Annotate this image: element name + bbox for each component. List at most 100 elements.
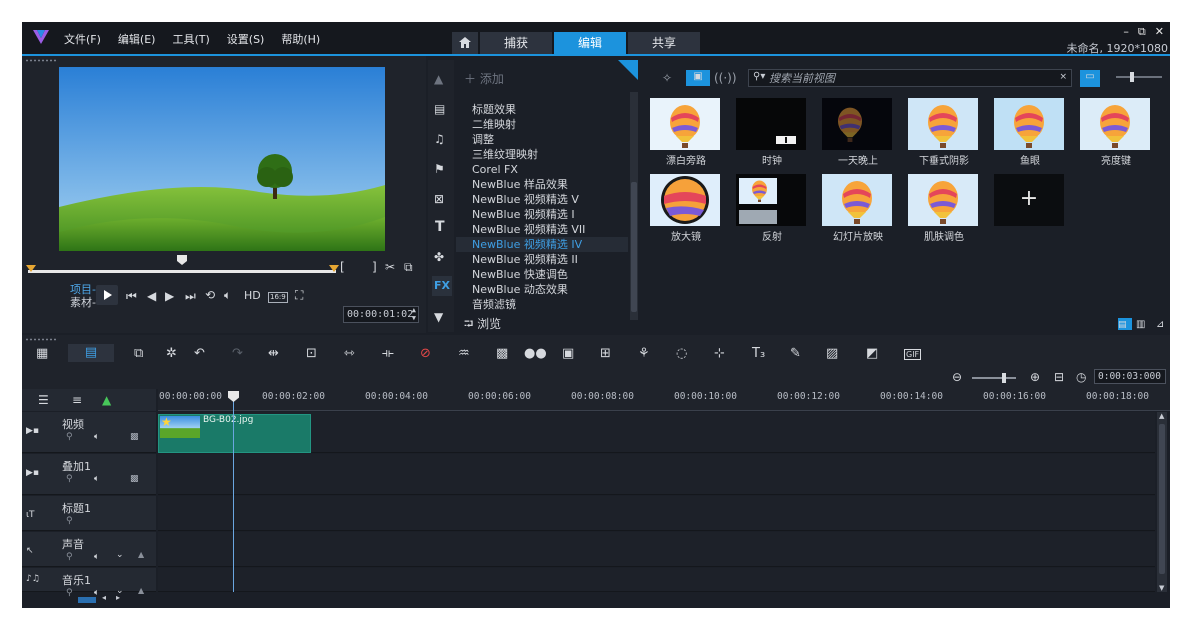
add-to-favorites-icon[interactable]: ✧ — [662, 71, 672, 85]
effect-thumbnail[interactable]: 反射 — [734, 172, 818, 244]
vscroll-down-icon[interactable]: ▼ — [1159, 584, 1164, 592]
music-track-lane[interactable] — [158, 568, 1155, 592]
mute-icon[interactable]: 🔈︎ — [94, 474, 99, 484]
media-icon[interactable]: ▤ — [434, 102, 445, 116]
audio-icon[interactable]: ♫ — [434, 132, 445, 146]
mixer-icon[interactable]: ♒ — [458, 346, 470, 361]
filter-category-item[interactable]: NewBlue 视频精选 V — [456, 192, 628, 207]
previous-frame-icon[interactable]: ◀︎ — [147, 289, 156, 303]
scroll-down-icon[interactable]: ▼ — [434, 310, 443, 324]
filter-category-item[interactable]: NewBlue 视频精选 VII — [456, 222, 628, 237]
menu-settings[interactable]: 设置(S) — [227, 31, 265, 47]
chapter-point-icon[interactable]: ≡ — [72, 393, 82, 407]
trim-end-marker[interactable] — [329, 265, 339, 272]
category-scroll-thumb[interactable] — [631, 182, 637, 312]
browse-button[interactable]: ⮒ 浏览 — [464, 315, 501, 336]
collapse-icon[interactable]: ⌄ — [116, 550, 124, 560]
title-icon[interactable]: T — [435, 220, 445, 234]
tab-edit[interactable]: 编辑 — [554, 32, 626, 54]
play-button[interactable] — [96, 285, 118, 305]
filter-category-item[interactable]: NewBlue 视频精选 II — [456, 252, 628, 267]
stop-motion-icon[interactable]: ▨ — [826, 346, 838, 361]
effect-thumbnail[interactable]: 亮度键 — [1078, 96, 1162, 168]
end-icon[interactable]: ⏭ — [185, 289, 196, 303]
scroll-up-icon[interactable]: ▲ — [434, 72, 443, 86]
video-track-header[interactable]: ▶︎▪ 视频 ⚲ 🔈︎ ▩ — [22, 412, 156, 453]
split-screen-icon[interactable]: ⊞ — [600, 346, 611, 361]
trim-bar[interactable] — [28, 270, 336, 273]
paint-icon[interactable]: ✎ — [790, 346, 801, 361]
effect-thumbnail[interactable]: 一天晚上 — [820, 96, 904, 168]
audio-ducking-icon[interactable]: ▲ — [138, 586, 144, 595]
hscroll-left-icon[interactable]: ◂ — [102, 593, 106, 602]
voice-track-header[interactable]: ↖ 声音 ⚲ 🔈︎ ⌄ ▲ — [22, 532, 156, 567]
timeline-view-icon[interactable]: ▤ — [68, 344, 114, 362]
filter-category-item[interactable]: 标题效果 — [456, 102, 628, 117]
tab-home[interactable] — [452, 32, 478, 54]
mode-clip-label[interactable]: 素材- — [70, 294, 96, 310]
menu-edit[interactable]: 编辑(E) — [118, 31, 156, 47]
filter-category-item[interactable]: 音频滤镜 — [456, 297, 628, 312]
timeline-vscroll[interactable]: ▲ ▼ — [1157, 412, 1167, 592]
mute-icon[interactable]: 🔈︎ — [94, 432, 99, 442]
filter-category-item[interactable]: 二维映射 — [456, 117, 628, 132]
category-scrollbar[interactable] — [630, 92, 638, 320]
minimize-button[interactable]: – — [1123, 25, 1129, 39]
mute-icon[interactable]: 🔈︎ — [94, 552, 99, 562]
view-mode-icon[interactable]: ▭ — [1080, 70, 1100, 87]
storyboard-view-icon[interactable]: ▦ — [36, 346, 48, 361]
copy-attributes-icon[interactable]: ⧉ — [134, 346, 143, 361]
title-track-header[interactable]: ιT 标题1 ⚲ — [22, 496, 156, 531]
next-frame-icon[interactable]: ▶︎ — [165, 289, 174, 303]
timeline-hscroll[interactable]: ◂ ▸ — [78, 593, 128, 604]
gallery-view-thumb-icon[interactable]: ▥ — [1136, 318, 1145, 332]
hscroll-right-icon[interactable]: ▸ — [116, 593, 120, 602]
menu-help[interactable]: 帮助(H) — [281, 31, 320, 47]
aspect-ratio-selector[interactable]: 16:9 — [268, 292, 288, 303]
track-visibility-icon[interactable]: ▩ — [130, 474, 139, 484]
graphics-icon[interactable]: ✤ — [434, 250, 444, 264]
menu-tools[interactable]: 工具(T) — [172, 31, 209, 47]
gif-icon[interactable]: GIF — [904, 349, 922, 360]
playhead-line[interactable] — [233, 398, 234, 592]
link-icon[interactable]: ⚲ — [66, 432, 73, 442]
track-visibility-icon[interactable]: ▩ — [130, 432, 139, 442]
show-audio-filters-icon[interactable]: ((·)) — [714, 71, 737, 85]
voice-track-lane[interactable] — [158, 532, 1155, 567]
panel-grip[interactable] — [25, 59, 57, 62]
music-track-header[interactable]: ♪♫ 音乐1 ⚲ 🔈︎ ⌄ ▲ — [22, 568, 156, 598]
screen-capture-icon[interactable]: ⊹ — [714, 346, 725, 361]
gallery-view-detail-icon[interactable]: ⊿ — [1156, 318, 1164, 332]
mask-icon[interactable]: ◌ — [676, 346, 687, 361]
3d-title-icon[interactable]: T₃ — [752, 346, 765, 361]
thumbnail-size-slider[interactable] — [1116, 72, 1162, 82]
link-icon[interactable]: ⚲ — [66, 474, 73, 484]
hd-preview-toggle[interactable]: HD — [244, 289, 261, 303]
tab-share[interactable]: 共享 — [628, 32, 700, 54]
filter-category-item[interactable]: Corel FX — [456, 162, 628, 177]
transition-icon[interactable]: ⊠ — [434, 192, 444, 206]
filter-category-item[interactable]: NewBlue 视频精选 I — [456, 207, 628, 222]
timeline-clip[interactable]: ★ BG-B02.jpg — [158, 414, 311, 453]
track-manager-icon[interactable]: ☰ — [38, 393, 49, 407]
preview-timecode[interactable]: 00:00:01:02 ▲ ▼ — [343, 306, 419, 323]
multicam-icon[interactable]: ▩ — [496, 346, 508, 361]
link-icon[interactable]: ⚲ — [66, 588, 73, 598]
clear-search-icon[interactable]: × — [1059, 72, 1067, 82]
vscroll-up-icon[interactable]: ▲ — [1159, 412, 1164, 420]
thumbnail-size-handle[interactable] — [1130, 72, 1134, 82]
overlay-track-header[interactable]: ▶︎▪ 叠加1 ⚲ 🔈︎ ▩ — [22, 454, 156, 495]
split-icon[interactable]: ⟛ — [382, 346, 394, 361]
volume-icon[interactable]: 🔈︎ — [224, 288, 231, 302]
menu-file[interactable]: 文件(F) — [64, 31, 101, 47]
fullscreen-icon[interactable]: ⛶ — [295, 288, 303, 302]
title-track-lane[interactable] — [158, 496, 1155, 531]
zoom-out-icon[interactable]: ⊖ — [952, 370, 962, 384]
filter-fx-icon[interactable]: FX — [432, 276, 452, 296]
effect-thumbnail[interactable]: 漂白旁路 — [648, 96, 732, 168]
fit-timeline-icon[interactable]: ⊟ — [1054, 370, 1064, 384]
trim-icon[interactable]: ⇹ — [268, 346, 279, 361]
filter-category-item[interactable]: 三维纹理映射 — [456, 147, 628, 162]
restore-button[interactable]: ⧉ — [1138, 25, 1146, 39]
ripple-edit-icon[interactable]: ▲ — [102, 393, 111, 407]
